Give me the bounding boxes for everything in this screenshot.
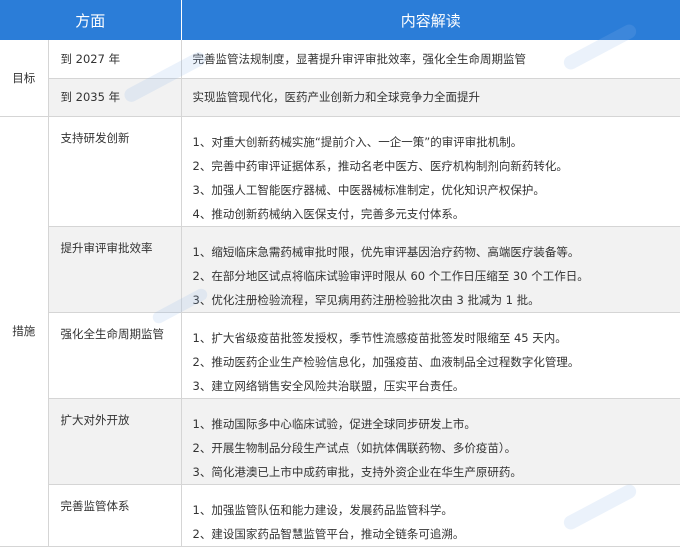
- content-line: 3、优化注册检验流程，罕见病用药注册检验批次由 3 批减为 1 批。: [192, 292, 540, 307]
- category-measures: 措施: [0, 116, 49, 547]
- content-line: 1、对重大创新药械实施“提前介入、一企一策”的审评审批机制。: [192, 134, 523, 149]
- row-content: 1、推动国际多中心临床试验，促进全球同步研发上市。 2、开展生物制品分段生产试点…: [181, 398, 680, 485]
- table-row: 措施 支持研发创新 1、对重大创新药械实施“提前介入、一企一策”的审评审批机制。…: [0, 116, 680, 547]
- row-content: 1、加强监管队伍和能力建设，发展药品监管科学。 2、建设国家药品智慧监管平台，推…: [181, 484, 680, 547]
- content-line: 2、推动医药企业生产检验信息化，加强疫苗、血液制品全过程数字化管理。: [192, 354, 580, 369]
- content-line: 1、缩短临床急需药械审批时限，优先审评基因治疗药物、高端医疗装备等。: [192, 244, 580, 259]
- content-line: 3、建立网络销售安全风险共治联盟，压实平台责任。: [192, 378, 465, 393]
- table-row: 扩大对外开放 1、推动国际多中心临床试验，促进全球同步研发上市。 2、开展生物制…: [0, 398, 680, 485]
- content-line: 2、开展生物制品分段生产试点（如抗体偶联药物、多价疫苗）。: [192, 440, 517, 455]
- content-line: 3、加强人工智能医疗器械、中医器械标准制定，优化知识产权保护。: [192, 182, 545, 197]
- row-label: 扩大对外开放: [48, 398, 182, 485]
- row-label: 到 2035 年: [48, 78, 182, 117]
- row-label: 支持研发创新: [48, 116, 182, 227]
- content-line: 4、推动创新药械纳入医保支付，完善多元支付体系。: [192, 206, 465, 221]
- row-content: 1、扩大省级疫苗批签发授权，季节性流感疫苗批签发时限缩至 45 天内。 2、推动…: [181, 312, 680, 399]
- content-line: 1、推动国际多中心临床试验，促进全球同步研发上市。: [192, 416, 476, 431]
- header-content: 内容解读: [181, 0, 680, 40]
- header-aspect: 方面: [0, 0, 182, 40]
- row-content: 1、对重大创新药械实施“提前介入、一企一策”的审评审批机制。 2、完善中药审评证…: [181, 116, 680, 227]
- table-row: 强化全生命周期监管 1、扩大省级疫苗批签发授权，季节性流感疫苗批签发时限缩至 4…: [0, 312, 680, 399]
- content-line: 1、扩大省级疫苗批签发授权，季节性流感疫苗批签发时限缩至 45 天内。: [192, 330, 567, 345]
- table-row: 完善监管体系 1、加强监管队伍和能力建设，发展药品监管科学。 2、建设国家药品智…: [0, 484, 680, 547]
- table-header-row: 方面 内容解读: [0, 0, 680, 40]
- row-label: 强化全生命周期监管: [48, 312, 182, 399]
- table-row: 提升审评审批效率 1、缩短临床急需药械审批时限，优先审评基因治疗药物、高端医疗装…: [0, 226, 680, 313]
- content-line: 实现监管现代化，医药产业创新力和全球竞争力全面提升: [192, 90, 481, 104]
- content-line: 1、加强监管队伍和能力建设，发展药品监管科学。: [192, 502, 453, 517]
- row-content: 实现监管现代化，医药产业创新力和全球竞争力全面提升: [181, 78, 680, 117]
- policy-table: 方面 内容解读 目标 到 2027 年 完善监管法规制度，显著提升审评审批效率，…: [0, 0, 680, 547]
- row-content: 1、缩短临床急需药械审批时限，优先审评基因治疗药物、高端医疗装备等。 2、在部分…: [181, 226, 680, 313]
- category-goal: 目标: [0, 40, 49, 117]
- row-label: 完善监管体系: [48, 484, 182, 547]
- table-row: 目标 到 2027 年 完善监管法规制度，显著提升审评审批效率，强化全生命周期监…: [0, 40, 680, 117]
- content-line: 完善监管法规制度，显著提升审评审批效率，强化全生命周期监管: [192, 51, 527, 66]
- row-label: 提升审评审批效率: [48, 226, 182, 313]
- content-line: 2、建设国家药品智慧监管平台，推动全链条可追溯。: [192, 526, 465, 541]
- row-label: 到 2027 年: [48, 40, 182, 79]
- content-line: 2、在部分地区试点将临床试验审评时限从 60 个工作日压缩至 30 个工作日。: [192, 268, 589, 283]
- row-content: 完善监管法规制度，显著提升审评审批效率，强化全生命周期监管: [181, 40, 680, 79]
- table-row: 到 2035 年 实现监管现代化，医药产业创新力和全球竞争力全面提升: [0, 78, 680, 117]
- content-line: 2、完善中药审评证据体系，推动名老中医方、医疗机构制剂向新药转化。: [192, 158, 568, 173]
- content-line: 3、简化港澳已上市中成药审批，支持外资企业在华生产原研药。: [192, 464, 522, 479]
